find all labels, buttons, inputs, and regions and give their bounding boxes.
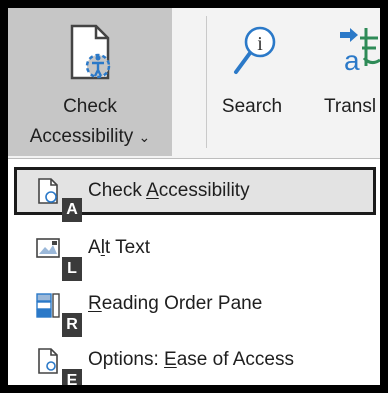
options-ease-of-access-icon: [38, 348, 58, 374]
translate-icon: a: [340, 28, 380, 76]
translate-ribbon-button[interactable]: a Transl: [324, 8, 380, 156]
svg-text:i: i: [257, 33, 263, 55]
svg-text:a: a: [344, 45, 360, 76]
menu-item-label: Alt Text: [88, 237, 150, 258]
keytip-badge: A: [62, 198, 82, 222]
menu-item-options-ease-of-access[interactable]: Options: Ease of Access E: [8, 335, 380, 385]
menu-item-label: Options: Ease of Access: [88, 349, 294, 370]
search-label: Search: [221, 96, 283, 117]
keytip-badge: L: [62, 257, 82, 281]
keytip-badge: E: [62, 369, 82, 385]
menu-item-label: Reading Order Pane: [88, 293, 263, 314]
app-frame: Check Accessibility ⌄ i Search a Transl: [8, 8, 380, 385]
check-accessibility-icon: [70, 24, 111, 80]
reading-order-pane-icon: [36, 293, 60, 318]
translate-label: Transl: [324, 96, 377, 117]
menu-item-label: Check Accessibility: [88, 180, 250, 201]
menu-item-reading-order-pane[interactable]: Reading Order Pane R: [8, 279, 380, 337]
keytip-badge: R: [62, 313, 82, 337]
ribbon-separator: [206, 16, 207, 148]
alt-text-icon: [36, 238, 60, 258]
search-icon: i: [234, 26, 276, 74]
check-accessibility-icon: [38, 178, 58, 204]
check-accessibility-label-line2: Accessibility ⌄: [29, 126, 151, 147]
check-accessibility-label-line1: Check: [63, 96, 117, 117]
menu-item-alt-text[interactable]: Alt Text L: [8, 223, 380, 281]
menu-item-check-accessibility[interactable]: Check Accessibility A: [14, 167, 376, 222]
ribbon: Check Accessibility ⌄ i Search a Transl: [8, 8, 380, 156]
chevron-down-icon: ⌄: [138, 129, 151, 145]
check-accessibility-dropdown-menu: Check Accessibility A Alt Text L Reading…: [8, 158, 380, 385]
check-accessibility-ribbon-button[interactable]: Check Accessibility ⌄: [8, 8, 172, 156]
search-ribbon-button[interactable]: i Search: [216, 8, 288, 156]
